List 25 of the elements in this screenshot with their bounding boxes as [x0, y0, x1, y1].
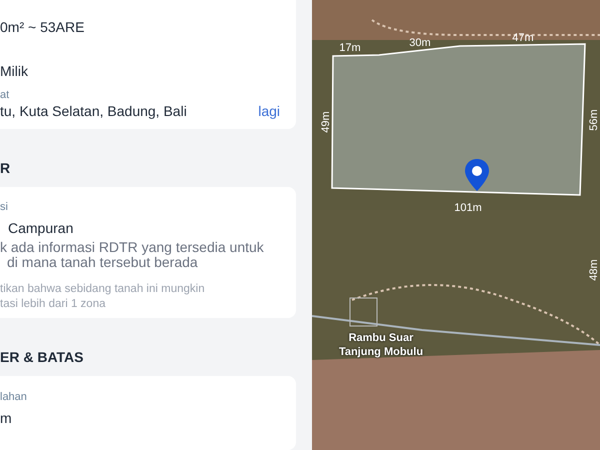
location-label: at — [0, 88, 10, 102]
land-value: m — [0, 409, 13, 428]
place-label: Rambu Suar Tanjung Mobulu — [338, 331, 424, 359]
zone-value: Campuran — [7, 219, 74, 238]
dimension-label: 48m — [588, 259, 600, 281]
zone-note-text: tikan bahwa sebidang tanah ini mungkin — [0, 282, 206, 298]
dimension-label: 49m — [320, 111, 332, 133]
address-value: tu, Kuta Selatan, Badung, Bali — [0, 102, 187, 120]
land-label: lahan — [0, 390, 28, 404]
dimension-label: 30m — [409, 37, 431, 49]
dimension-label: 17m — [339, 42, 361, 54]
dimension-label: 101m — [454, 202, 482, 214]
section-heading: ER & BATAS — [0, 348, 84, 366]
section-heading: R — [0, 159, 12, 178]
location-pin-icon[interactable] — [464, 158, 490, 192]
ownership-value: Milik — [0, 62, 29, 80]
dimension-label: 47m — [512, 32, 534, 44]
dimension-label: 56m — [588, 109, 600, 131]
area-value: 0m² ~ 53ARE — [0, 18, 86, 36]
satellite-map[interactable]: 17m 30m 47m 49m 56m 101m 48m Rambu Suar Tanjung Mobulu — [312, 0, 600, 450]
zoning-label: si — [0, 200, 9, 214]
rdtr-info-text: di mana tanah tersebut berada — [6, 255, 199, 270]
more-link[interactable]: lagi — [258, 103, 280, 119]
rdtr-info-text: k ada informasi RDTR yang tersedia untuk — [0, 240, 265, 256]
zone-note-text: tasi lebih dari 1 zona — [0, 297, 106, 312]
